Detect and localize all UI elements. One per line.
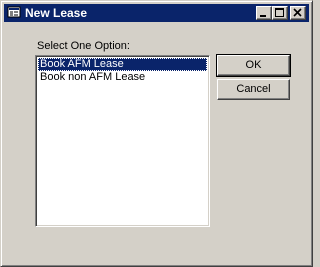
title-bar[interactable]: New Lease xyxy=(4,4,309,22)
close-button[interactable] xyxy=(290,6,306,20)
list-item-book-non-afm-lease[interactable]: Book non AFM Lease xyxy=(38,71,207,84)
options-listbox[interactable]: Book AFM Lease Book non AFM Lease xyxy=(35,55,210,227)
window-title: New Lease xyxy=(25,6,88,20)
new-lease-dialog: New Lease Select One Option: Book AFM Le… xyxy=(0,0,313,267)
ok-button[interactable]: OK xyxy=(216,54,291,77)
list-item-book-afm-lease[interactable]: Book AFM Lease xyxy=(38,58,207,71)
cancel-button[interactable]: Cancel xyxy=(217,79,290,100)
app-icon xyxy=(7,6,23,20)
select-option-label: Select One Option: xyxy=(37,40,130,52)
minimize-button[interactable] xyxy=(256,6,272,20)
maximize-button[interactable] xyxy=(272,6,288,20)
